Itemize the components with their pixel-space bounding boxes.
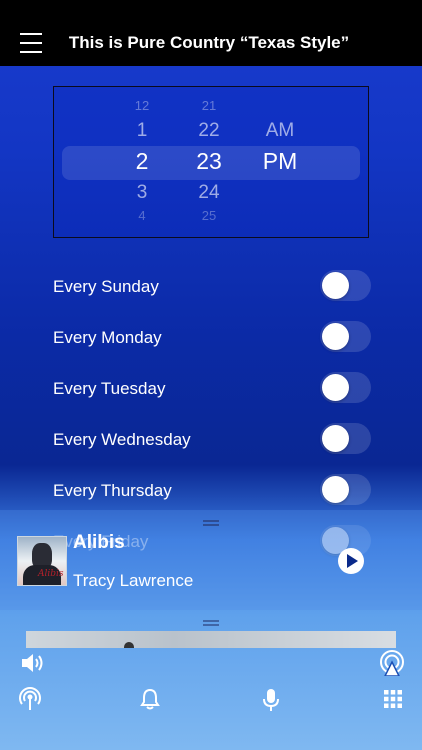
pm-selected[interactable]: PM xyxy=(250,148,310,175)
time-picker[interactable]: 12 1 2 3 4 21 22 23 24 25 AM PM xyxy=(53,86,369,238)
tuesday-toggle[interactable] xyxy=(320,372,371,403)
day-label: Every Wednesday xyxy=(53,430,191,449)
day-row-thursday: Every Thursday xyxy=(0,471,422,511)
track-artist: Tracy Lawrence xyxy=(73,571,194,590)
album-art-lettering: Alibis xyxy=(38,569,64,579)
day-row-sunday: Every Sunday xyxy=(0,267,422,307)
minute-option[interactable]: 22 xyxy=(182,120,236,142)
day-label: Every Sunday xyxy=(53,277,159,296)
toggle-knob xyxy=(322,476,349,503)
page-title: This is Pure Country “Texas Style” xyxy=(68,33,350,52)
microphone-icon[interactable] xyxy=(262,688,280,712)
artist-image-strip xyxy=(26,631,396,648)
bell-icon[interactable] xyxy=(140,688,160,710)
drag-handle-icon[interactable] xyxy=(203,620,219,626)
toggle-knob xyxy=(322,374,349,401)
minute-option[interactable]: 21 xyxy=(182,98,236,113)
minute-option[interactable]: 25 xyxy=(182,208,236,223)
app-screen: This is Pure Country “Texas Style” 12 1 … xyxy=(0,0,422,750)
toggle-knob xyxy=(322,272,349,299)
thursday-toggle[interactable] xyxy=(320,474,371,505)
grid-icon[interactable] xyxy=(384,690,402,708)
day-label: Every Tuesday xyxy=(53,379,166,398)
wednesday-toggle[interactable] xyxy=(320,423,371,454)
play-icon xyxy=(347,554,358,568)
track-title: Alibis xyxy=(73,532,125,553)
drag-handle-icon[interactable] xyxy=(203,520,219,526)
monday-toggle[interactable] xyxy=(320,321,371,352)
day-row-tuesday: Every Tuesday xyxy=(0,369,422,409)
airplay-icon[interactable] xyxy=(379,650,405,676)
day-row-wednesday: Every Wednesday xyxy=(0,420,422,460)
hour-option[interactable]: 12 xyxy=(116,98,168,113)
sunday-toggle[interactable] xyxy=(320,270,371,301)
now-playing-panel[interactable]: Alibis Alibis Tracy Lawrence xyxy=(0,510,422,610)
hour-selected[interactable]: 2 xyxy=(116,148,168,175)
header-bar: This is Pure Country “Texas Style” xyxy=(0,0,422,66)
hour-option[interactable]: 4 xyxy=(116,208,168,223)
minute-option[interactable]: 24 xyxy=(182,182,236,204)
broadcast-icon[interactable] xyxy=(18,687,42,711)
day-row-monday: Every Monday xyxy=(0,318,422,358)
album-art: Alibis xyxy=(17,536,67,586)
hour-option[interactable]: 1 xyxy=(116,120,168,142)
toggle-knob xyxy=(322,425,349,452)
toggle-knob xyxy=(322,323,349,350)
hour-option[interactable]: 3 xyxy=(116,182,168,204)
play-button[interactable] xyxy=(338,548,364,574)
day-label: Every Monday xyxy=(53,328,162,347)
volume-icon[interactable] xyxy=(20,652,44,674)
day-label: Every Thursday xyxy=(53,481,172,500)
minute-selected[interactable]: 23 xyxy=(182,148,236,175)
am-option[interactable]: AM xyxy=(250,120,310,142)
